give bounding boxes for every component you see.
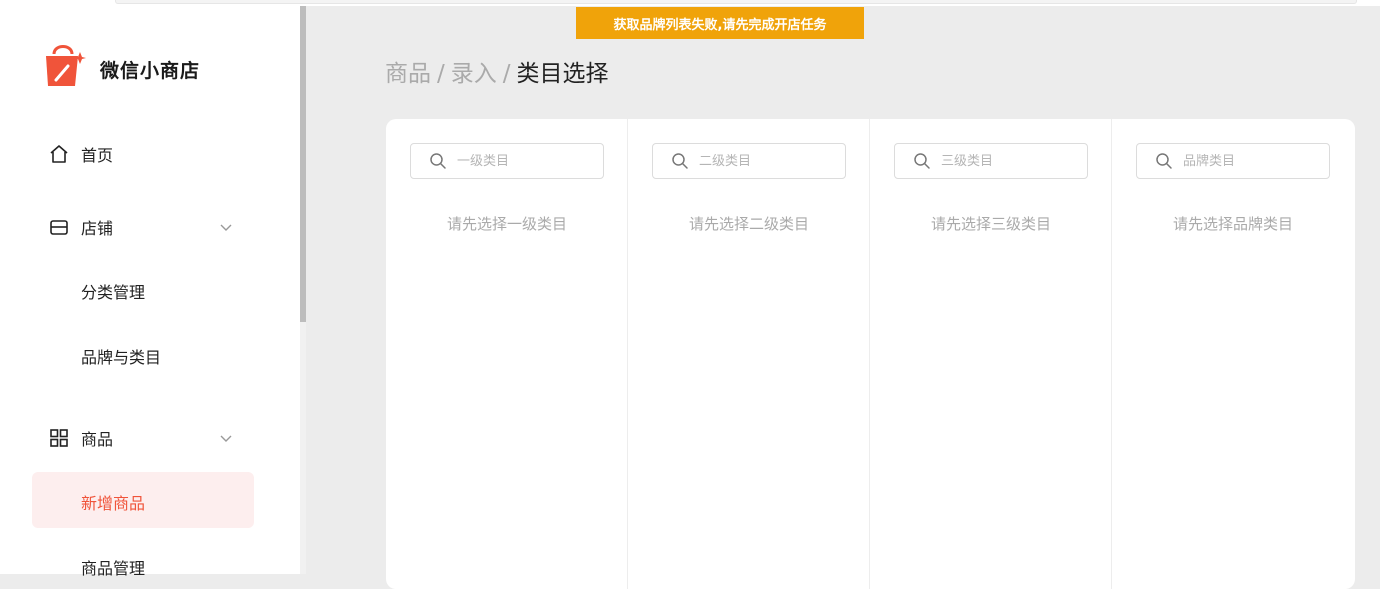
category-column-level2: 请先选择二级类目: [628, 119, 870, 589]
search-box[interactable]: [410, 143, 604, 179]
empty-hint: 请先选择三级类目: [930, 215, 1051, 233]
search-input-level3[interactable]: [941, 153, 1061, 169]
home-icon: [48, 143, 70, 165]
sidebar-scrollbar[interactable]: [300, 6, 306, 574]
search-input-brand[interactable]: [1183, 153, 1303, 169]
search-input-level2[interactable]: [699, 153, 819, 169]
app-name: 微信小商店: [100, 60, 201, 82]
store-icon: [48, 216, 70, 238]
category-column-level1: 请先选择一级类目: [386, 119, 628, 589]
sidebar: 微信小商店 首页 店铺 分类管理 品牌与类目 商品 新增商品 商品管理: [0, 6, 300, 578]
nav-sub-add-goods[interactable]: 新增商品: [81, 490, 145, 514]
nav-item-store[interactable]: 店铺: [48, 215, 113, 239]
nav-label-store: 店铺: [81, 219, 114, 238]
search-box[interactable]: [652, 143, 846, 179]
breadcrumb-current: 类目选择: [516, 61, 609, 87]
category-column-level3: 请先选择三级类目: [870, 119, 1112, 589]
breadcrumb-goods[interactable]: 商品: [385, 61, 431, 87]
breadcrumb-separator: /: [502, 61, 511, 87]
chevron-down-icon[interactable]: [218, 430, 234, 446]
address-bar-edge: [115, 0, 1357, 4]
nav-item-home[interactable]: 首页: [48, 142, 113, 166]
nav-sub-goods-manage[interactable]: 商品管理: [81, 555, 145, 579]
grid-icon: [48, 427, 70, 449]
empty-hint: 请先选择二级类目: [688, 215, 809, 233]
search-icon: [430, 153, 446, 169]
category-column-brand: 请先选择品牌类目: [1112, 119, 1354, 589]
empty-hint: 请先选择一级类目: [446, 215, 567, 233]
search-box[interactable]: [894, 143, 1088, 179]
nav-sub-category-manage[interactable]: 分类管理: [81, 279, 145, 303]
search-box[interactable]: [1136, 143, 1330, 179]
nav-label-home: 首页: [81, 146, 114, 165]
breadcrumb-entry[interactable]: 录入: [451, 61, 497, 87]
search-input-level1[interactable]: [457, 153, 577, 169]
search-icon: [1156, 153, 1172, 169]
nav-sub-brand-category[interactable]: 品牌与类目: [81, 344, 161, 368]
category-panel: 请先选择一级类目 请先选择二级类目 请先选择三级类目 请先选择品牌类目: [386, 119, 1355, 589]
chevron-down-icon[interactable]: [218, 219, 234, 235]
search-icon: [914, 153, 930, 169]
empty-hint: 请先选择品牌类目: [1172, 215, 1293, 233]
scrollbar-thumb[interactable]: [300, 6, 306, 322]
search-icon: [672, 153, 688, 169]
breadcrumb-separator: /: [437, 61, 445, 87]
breadcrumb: 商品 / 录入 / 类目选择: [385, 54, 609, 88]
shop-bag-logo-icon: [46, 45, 86, 86]
nav-label-goods: 商品: [81, 430, 114, 449]
error-toast: 获取品牌列表失败,请先完成开店任务: [576, 7, 864, 39]
nav-item-goods[interactable]: 商品: [48, 426, 113, 450]
